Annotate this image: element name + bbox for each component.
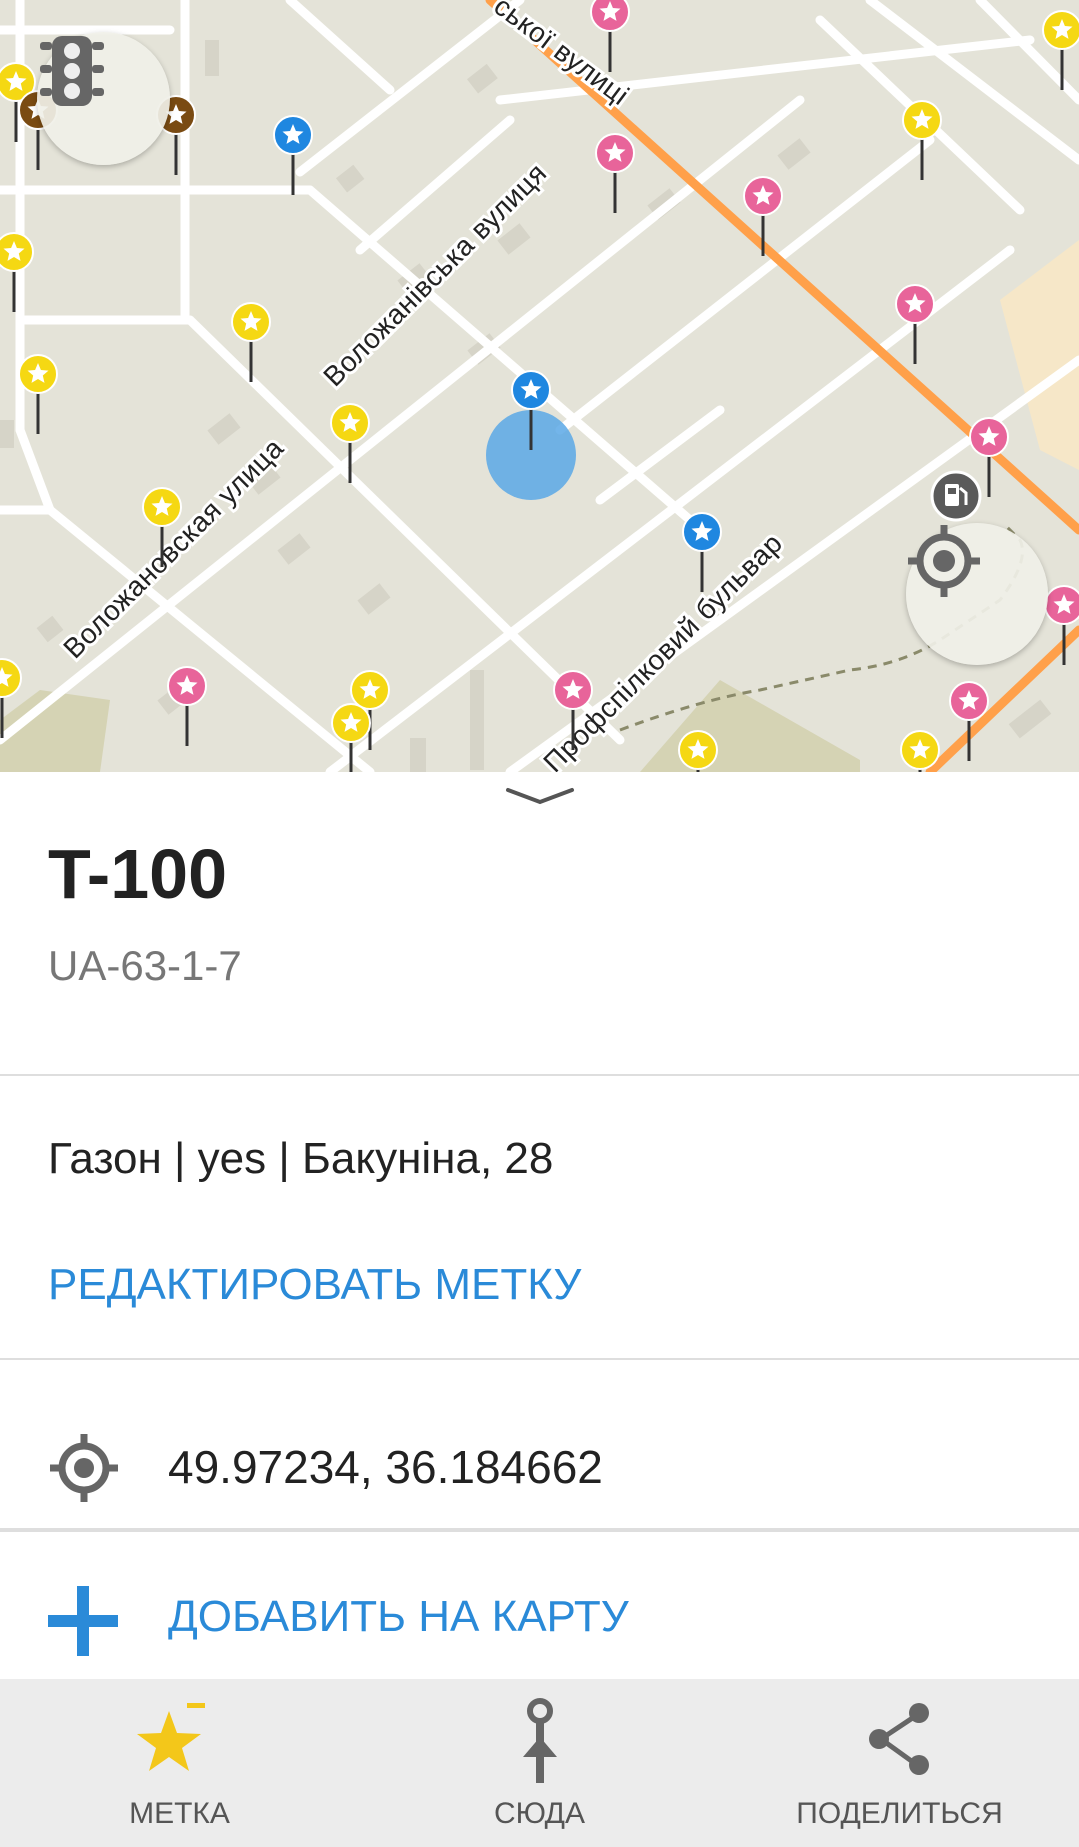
plus-icon — [48, 1586, 118, 1656]
edit-bookmark-button[interactable]: РЕДАКТИРОВАТЬ МЕТКУ — [48, 1260, 581, 1310]
my-location-icon — [908, 525, 980, 597]
fuel-station-icon — [930, 470, 982, 522]
my-location-button[interactable] — [906, 523, 1048, 665]
bookmark-pin-blue[interactable] — [273, 115, 313, 195]
place-subtitle: UA-63-1-7 — [48, 942, 242, 989]
tab-route-to-label: СЮДА — [494, 1797, 585, 1830]
star-bookmark-icon — [136, 1703, 205, 1771]
bookmark-pin-pink[interactable] — [743, 176, 783, 256]
map-view[interactable]: ської вулиці Воложанівська вулиця Воложа… — [0, 0, 1079, 772]
route-to-icon — [522, 1698, 557, 1783]
divider — [0, 1358, 1079, 1360]
divider — [0, 1074, 1079, 1076]
bookmark-pin-pink[interactable] — [895, 284, 935, 364]
coordinates-text: 49.97234, 36.184662 — [168, 1441, 603, 1493]
coordinates-row[interactable]: 49.97234, 36.184662 — [0, 1390, 1079, 1540]
share-icon — [868, 1703, 929, 1775]
place-page: T-100 UA-63-1-7 Газон | yes | Бакуніна, … — [0, 772, 1079, 1679]
bookmark-pin-yellow[interactable] — [902, 100, 942, 180]
bookmark-pin-yellow[interactable] — [18, 354, 58, 434]
coordinates-icon — [50, 1434, 118, 1502]
bookmark-pin-pink[interactable] — [595, 133, 635, 213]
bookmark-pin-yellow[interactable] — [1042, 10, 1079, 90]
street-label-volozhanivska: Воложанівська вулиця — [317, 157, 552, 392]
divider — [0, 1528, 1079, 1532]
chevron-down-icon[interactable] — [505, 786, 575, 806]
tab-share[interactable]: ПОДЕЛИТЬСЯ — [720, 1679, 1079, 1847]
place-title: T-100 — [48, 835, 227, 913]
tab-bookmark-label: МЕТКА — [129, 1797, 230, 1830]
add-to-map-button[interactable]: ДОБАВИТЬ НА КАРТУ — [0, 1548, 1079, 1678]
tab-bookmark[interactable]: МЕТКА — [0, 1679, 359, 1847]
bottom-action-bar: МЕТКА СЮДА ПОДЕЛИТЬСЯ — [0, 1679, 1079, 1847]
traffic-toggle-button[interactable] — [37, 32, 170, 165]
traffic-light-icon — [40, 36, 104, 106]
place-details: Газон | yes | Бакуніна, 28 — [48, 1134, 554, 1183]
add-to-map-label: ДОБАВИТЬ НА КАРТУ — [168, 1592, 629, 1641]
tab-route-to[interactable]: СЮДА — [360, 1679, 719, 1847]
tab-share-label: ПОДЕЛИТЬСЯ — [796, 1797, 1003, 1830]
